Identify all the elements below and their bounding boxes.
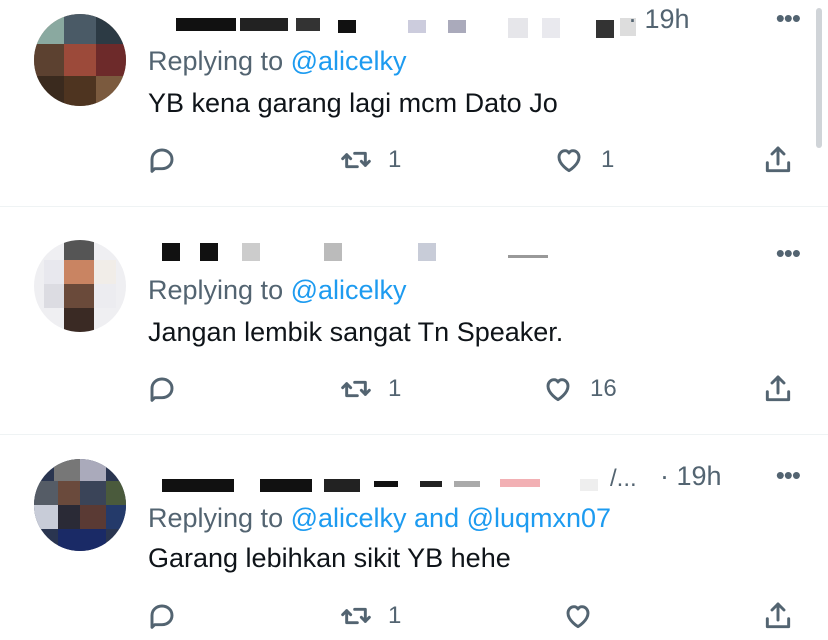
share-icon <box>765 375 791 402</box>
retweet-count: 1 <box>388 146 402 173</box>
retweet-icon <box>341 380 371 398</box>
share-icon <box>765 602 791 629</box>
retweet-button[interactable]: 1 <box>340 373 401 405</box>
like-button[interactable]: 16 <box>542 373 617 405</box>
tweet-1[interactable]: · 19h ••• Replying to @alicelky YB kena … <box>0 0 828 205</box>
share-icon <box>765 146 791 173</box>
avatar[interactable] <box>34 459 126 551</box>
avatar[interactable] <box>34 240 126 332</box>
replying-to: Replying to @alicelky <box>148 46 407 77</box>
reply-icon <box>150 604 174 629</box>
reply-icon <box>150 377 174 402</box>
more-icon[interactable]: ••• <box>776 240 801 266</box>
author-name-redacted[interactable] <box>148 235 818 265</box>
tweet-timestamp[interactable]: · 19h <box>628 4 690 35</box>
tweet-3[interactable]: /... · 19h ••• Replying to @alicelky and… <box>0 435 828 635</box>
tweet-2[interactable]: ••• Replying to @alicelky Jangan lembik … <box>0 207 828 433</box>
replying-to: Replying to @alicelky and @luqmxn07 <box>148 503 611 534</box>
scrollbar[interactable] <box>816 8 822 148</box>
heart-icon <box>546 378 570 402</box>
reply-button[interactable] <box>146 373 194 405</box>
tweet-actions: 1 16 <box>0 373 828 413</box>
share-button[interactable] <box>762 373 794 405</box>
reply-handle-alicelky[interactable]: @alicelky <box>291 46 407 76</box>
avatar[interactable] <box>34 14 126 106</box>
retweet-button[interactable]: 1 <box>340 600 401 632</box>
retweet-button[interactable]: 1 <box>340 144 401 176</box>
reply-button[interactable] <box>146 600 194 632</box>
retweet-count: 1 <box>388 375 402 402</box>
replying-to: Replying to @alicelky <box>148 275 407 306</box>
tweet-timestamp[interactable]: · 19h <box>660 461 722 492</box>
replying-to-label: Replying to <box>148 46 291 76</box>
reply-handle-alicelky[interactable]: @alicelky <box>291 503 407 533</box>
like-count: 16 <box>590 375 617 402</box>
more-icon[interactable]: ••• <box>776 5 801 31</box>
heart-icon <box>557 149 581 173</box>
tweet-text: Jangan lembik sangat Tn Speaker. <box>148 317 564 347</box>
retweet-count: 1 <box>388 602 402 629</box>
tweet-actions: 1 <box>0 600 828 640</box>
more-icon[interactable]: ••• <box>776 462 801 488</box>
like-count: 1 <box>601 146 615 173</box>
reply-joiner: and <box>406 503 467 533</box>
tweet-actions: 1 1 <box>0 144 828 184</box>
like-button[interactable]: 1 <box>553 144 614 176</box>
author-name-redacted[interactable] <box>148 6 818 38</box>
replying-to-label: Replying to <box>148 275 291 305</box>
reply-handle-alicelky[interactable]: @alicelky <box>291 275 407 305</box>
retweet-icon <box>341 151 371 169</box>
reply-handle-luqmxn07[interactable]: @luqmxn07 <box>467 503 611 533</box>
heart-icon <box>566 605 590 629</box>
share-button[interactable] <box>762 600 794 632</box>
tweet-text: Garang lebihkan sikit YB hehe <box>148 543 511 573</box>
share-button[interactable] <box>762 144 794 176</box>
retweet-icon <box>341 607 371 625</box>
reply-icon <box>150 148 174 173</box>
reply-button[interactable] <box>146 144 194 176</box>
like-button[interactable] <box>562 600 610 632</box>
author-handle-truncated: /... <box>610 465 637 492</box>
tweet-text: YB kena garang lagi mcm Dato Jo <box>148 88 558 118</box>
replying-to-label: Replying to <box>148 503 291 533</box>
